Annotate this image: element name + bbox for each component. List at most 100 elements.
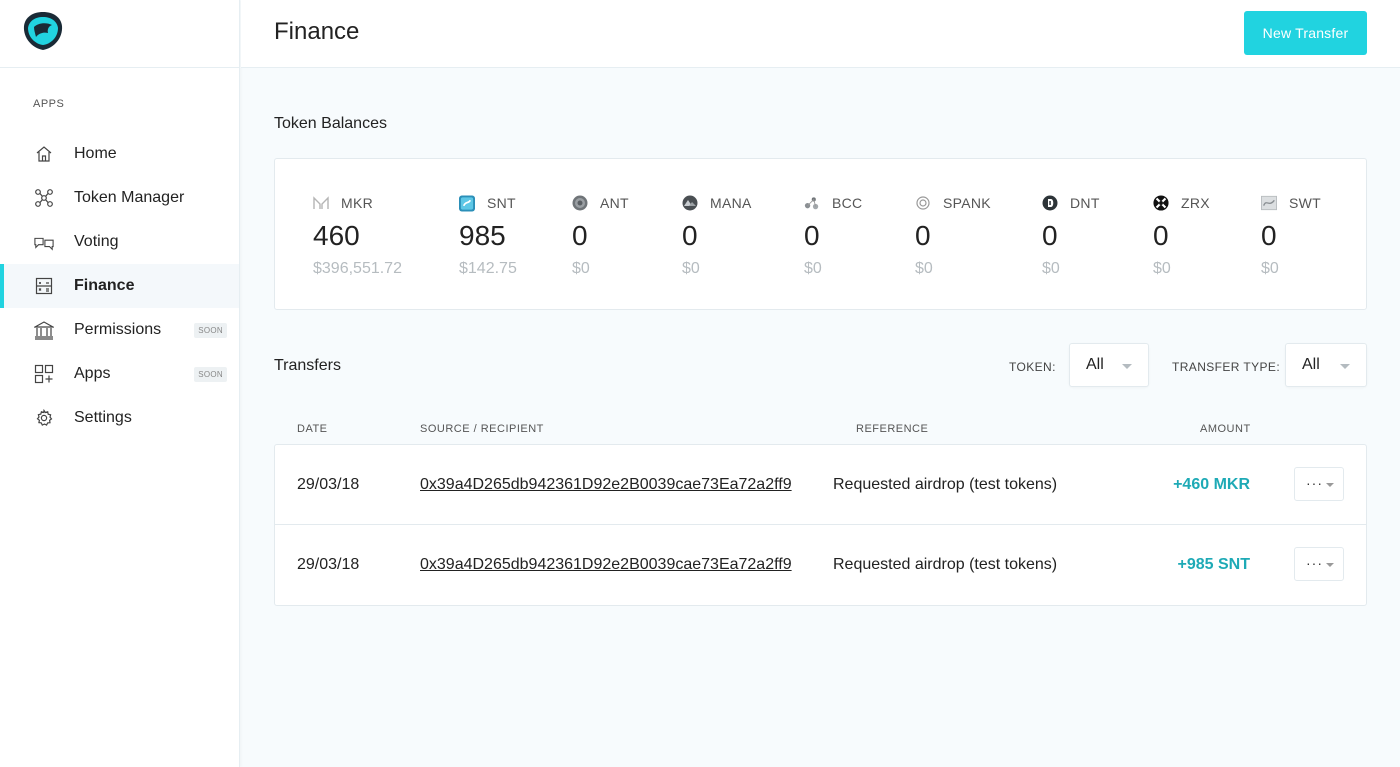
- token-balance-mana: MANA 0 $0: [682, 194, 752, 278]
- transfer-address-link[interactable]: 0x39a4D265db942361D92e2B0039cae73Ea72a2f…: [420, 476, 792, 494]
- row-actions-button[interactable]: ···: [1294, 547, 1344, 581]
- token-balance-snt: SNT 985 $142.75: [459, 194, 517, 278]
- token-filter-dropdown[interactable]: All: [1069, 343, 1149, 387]
- token-balance-dnt: DNT 0 $0: [1042, 194, 1100, 278]
- transfer-amount: +460 MKR: [1173, 476, 1250, 493]
- sidebar-item-label: Token Manager: [74, 189, 185, 206]
- sidebar-item-voting[interactable]: Voting: [0, 220, 239, 264]
- sidebar-item-token-manager[interactable]: Token Manager: [0, 176, 239, 220]
- token-symbol: MKR: [341, 195, 374, 211]
- token-usd-value: $0: [1261, 260, 1279, 277]
- token-manager-icon: [34, 188, 54, 208]
- chevron-down-icon: [1326, 563, 1334, 567]
- token-balance-swt: SWT 0 $0: [1261, 194, 1321, 278]
- column-header-date[interactable]: DATE: [297, 423, 328, 435]
- sidebar-item-home[interactable]: Home: [0, 132, 239, 176]
- column-header-source-recipient[interactable]: SOURCE / RECIPIENT: [420, 423, 544, 435]
- snt-icon: [459, 195, 475, 211]
- token-amount: 0: [682, 220, 698, 251]
- token-amount: 985: [459, 220, 506, 251]
- transfers-title: Transfers: [274, 357, 341, 374]
- token-usd-value: $0: [915, 260, 933, 277]
- sidebar-item-apps[interactable]: Apps SOON: [0, 352, 239, 396]
- chevron-down-icon: [1122, 364, 1132, 369]
- sidebar-item-label: Finance: [74, 277, 135, 294]
- token-usd-value: $396,551.72: [313, 260, 402, 277]
- sidebar-nav: Home Token Manager Voting Finance Permis…: [0, 132, 239, 440]
- token-amount: 460: [313, 220, 360, 251]
- token-usd-value: $0: [682, 260, 700, 277]
- sidebar: APPS Home Token Manager Voting Finance P…: [0, 0, 240, 767]
- transfer-date: 29/03/18: [297, 556, 360, 573]
- table-row: 29/03/18 0x39a4D265db942361D92e2B0039cae…: [275, 525, 1366, 605]
- mkr-icon: [313, 195, 329, 211]
- transfer-type-filter-label: TRANSFER TYPE:: [1172, 360, 1281, 374]
- sidebar-item-permissions[interactable]: Permissions SOON: [0, 308, 239, 352]
- permissions-icon: [34, 320, 54, 340]
- token-balances-title: Token Balances: [274, 115, 387, 132]
- chevron-down-icon: [1326, 483, 1334, 487]
- token-symbol: SNT: [487, 195, 516, 211]
- token-symbol: SWT: [1289, 195, 1322, 211]
- sidebar-item-finance[interactable]: Finance: [0, 264, 239, 308]
- logo-area: [0, 0, 239, 68]
- more-icon: ···: [1306, 474, 1323, 491]
- token-symbol: BCC: [832, 195, 863, 211]
- page-title: Finance: [274, 18, 360, 45]
- token-amount: 0: [804, 220, 820, 251]
- sidebar-item-label: Settings: [74, 409, 132, 426]
- dnt-icon: [1042, 195, 1058, 211]
- row-actions-button[interactable]: ···: [1294, 467, 1344, 501]
- soon-badge: SOON: [194, 322, 227, 338]
- token-symbol: DNT: [1070, 195, 1100, 211]
- token-symbol: ZRX: [1181, 195, 1210, 211]
- column-header-reference[interactable]: REFERENCE: [856, 423, 928, 435]
- sidebar-item-label: Permissions: [74, 321, 162, 338]
- token-balance-ant: ANT 0 $0: [572, 194, 629, 278]
- token-balance-mkr: MKR 460 $396,551.72: [313, 194, 402, 278]
- transfer-type-filter-value: All: [1302, 356, 1320, 373]
- token-amount: 0: [1261, 220, 1277, 251]
- bcc-icon: [804, 195, 820, 211]
- token-balance-spank: SPANK 0 $0: [915, 194, 991, 278]
- transfer-date: 29/03/18: [297, 476, 360, 493]
- transfer-type-filter-dropdown[interactable]: All: [1285, 343, 1367, 387]
- zrx-icon: [1153, 195, 1169, 211]
- token-amount: 0: [1153, 220, 1169, 251]
- column-header-amount[interactable]: AMOUNT: [1200, 423, 1251, 435]
- transfers-table: 29/03/18 0x39a4D265db942361D92e2B0039cae…: [274, 444, 1367, 606]
- voting-icon: [34, 232, 54, 252]
- mana-icon: [682, 195, 698, 211]
- sidebar-item-settings[interactable]: Settings: [0, 396, 239, 440]
- home-icon: [34, 144, 54, 164]
- token-amount: 0: [1042, 220, 1058, 251]
- ant-icon: [572, 195, 588, 211]
- transfer-reference: Requested airdrop (test tokens): [833, 556, 1058, 573]
- finance-icon: [34, 276, 54, 296]
- token-usd-value: $0: [1153, 260, 1171, 277]
- token-usd-value: $0: [1042, 260, 1060, 277]
- swt-icon: [1261, 195, 1277, 211]
- transfer-reference: Requested airdrop (test tokens): [833, 476, 1058, 493]
- aragon-eagle-icon[interactable]: [22, 11, 64, 56]
- top-bar: Finance New Transfer: [241, 0, 1400, 68]
- more-icon: ···: [1306, 554, 1323, 571]
- chevron-down-icon: [1340, 364, 1350, 369]
- spank-icon: [915, 195, 931, 211]
- transfer-address-link[interactable]: 0x39a4D265db942361D92e2B0039cae73Ea72a2f…: [420, 556, 792, 574]
- settings-icon: [34, 408, 54, 428]
- token-filter-label: TOKEN:: [1009, 360, 1056, 374]
- token-amount: 0: [915, 220, 931, 251]
- apps-section-label: APPS: [33, 98, 65, 110]
- sidebar-item-label: Apps: [74, 365, 111, 382]
- token-symbol: MANA: [710, 195, 752, 211]
- token-symbol: SPANK: [943, 195, 991, 211]
- transfer-amount: +985 SNT: [1177, 556, 1250, 573]
- sidebar-item-label: Home: [74, 145, 117, 162]
- token-balance-bcc: BCC 0 $0: [804, 194, 862, 278]
- token-filter-value: All: [1086, 356, 1104, 373]
- table-row: 29/03/18 0x39a4D265db942361D92e2B0039cae…: [275, 445, 1366, 525]
- new-transfer-button[interactable]: New Transfer: [1244, 11, 1367, 55]
- token-balance-zrx: ZRX 0 $0: [1153, 194, 1210, 278]
- token-amount: 0: [572, 220, 588, 251]
